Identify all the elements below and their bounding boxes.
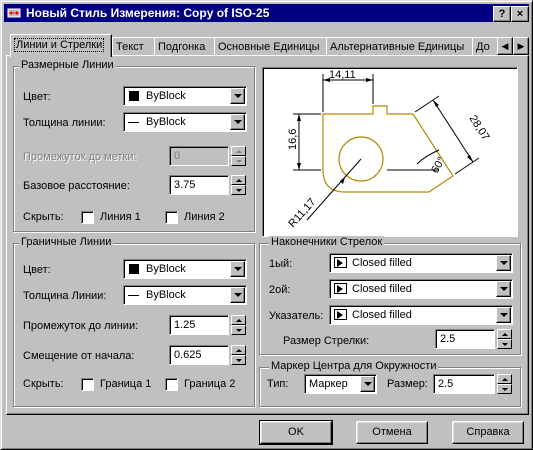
baseline-spinner[interactable] bbox=[231, 175, 246, 195]
center-type-select[interactable]: Маркер bbox=[304, 374, 377, 394]
dim-extend-input[interactable]: 0 bbox=[169, 146, 229, 166]
arrow-size-input[interactable]: 2.5 bbox=[435, 329, 495, 349]
line-weight-icon bbox=[128, 122, 139, 123]
ext-weight-value: ByBlock bbox=[146, 289, 186, 301]
ext-color-label: Цвет: bbox=[23, 264, 51, 276]
radius-leader bbox=[306, 158, 362, 221]
title-bar: Новый Стиль Измерения: Copy of ISO-25 ? … bbox=[4, 4, 529, 22]
chevron-down-icon[interactable] bbox=[360, 376, 375, 392]
dim-color-value: ByBlock bbox=[146, 90, 186, 102]
center-type-label: Тип: bbox=[267, 378, 289, 390]
second-arrow-value: Closed filled bbox=[352, 283, 412, 295]
tab-label: Линии и Стрелки bbox=[14, 38, 105, 52]
leader-arrow-label: Указатель: bbox=[269, 310, 324, 322]
chevron-down-icon[interactable] bbox=[230, 88, 245, 104]
baseline-label: Базовое расстояние: bbox=[23, 180, 130, 192]
tab-tolerances[interactable]: До bbox=[472, 37, 500, 56]
ext-color-value: ByBlock bbox=[146, 263, 186, 275]
first-arrow-select[interactable]: Closed filled bbox=[329, 253, 513, 273]
dim-angle-text: 60° bbox=[429, 155, 448, 175]
dim-left-text: 16,6 bbox=[287, 129, 299, 150]
close-icon[interactable]: × bbox=[511, 6, 529, 22]
chevron-down-icon[interactable] bbox=[230, 114, 245, 130]
dim-color-select[interactable]: ByBlock bbox=[123, 86, 247, 106]
center-size-input[interactable]: 2.5 bbox=[433, 374, 495, 394]
suppress-dim-line2-checkbox[interactable] bbox=[165, 211, 178, 224]
dim-extend-spinner[interactable] bbox=[231, 146, 246, 166]
help-button[interactable]: Справка bbox=[452, 421, 524, 444]
line-weight-icon bbox=[128, 295, 139, 296]
chevron-down-icon[interactable] bbox=[496, 255, 511, 271]
ext-lines-title: Граничные Линии bbox=[19, 236, 114, 248]
dim-suppress-label: Скрыть: bbox=[23, 211, 64, 223]
ext-weight-label: Толщина Линии: bbox=[23, 290, 107, 302]
ext-extend-spinner[interactable] bbox=[231, 315, 246, 335]
suppress-ext2-checkbox[interactable] bbox=[165, 378, 178, 391]
dim-line-right bbox=[432, 99, 474, 163]
tab-scroll-right-icon[interactable]: ▶ bbox=[513, 37, 529, 55]
arrowheads-title: Наконечники Стрелок bbox=[269, 236, 385, 248]
color-swatch bbox=[129, 91, 139, 101]
dim-line2-label: Линия 2 bbox=[184, 211, 225, 223]
dim-line1-label: Линия 1 bbox=[100, 211, 141, 223]
dim-right-text: 28,07 bbox=[466, 113, 491, 143]
ext-extend-label: Промежуток до линии: bbox=[23, 320, 139, 332]
second-arrow-select[interactable]: Closed filled bbox=[329, 279, 513, 299]
ext-offset-input[interactable]: 0.625 bbox=[169, 345, 229, 365]
dim-top-text: 14,11 bbox=[329, 69, 356, 81]
dialog-window: Новый Стиль Измерения: Copy of ISO-25 ? … bbox=[0, 0, 533, 450]
ext-color-select[interactable]: ByBlock bbox=[123, 259, 247, 279]
dim-weight-select[interactable]: ByBlock bbox=[123, 112, 247, 132]
second-arrow-label: 2ой: bbox=[269, 284, 291, 296]
preview-pane: 14,11 16,6 28,07 60° R11,17 bbox=[262, 67, 518, 237]
ext-weight-select[interactable]: ByBlock bbox=[123, 285, 247, 305]
center-size-label: Размер: bbox=[387, 378, 428, 390]
baseline-input[interactable]: 3.75 bbox=[169, 175, 229, 195]
closed-filled-arrow-icon bbox=[334, 283, 347, 294]
cancel-button[interactable]: Отмена bbox=[356, 421, 428, 444]
dim-weight-value: ByBlock bbox=[146, 116, 186, 128]
ext-offset-spinner[interactable] bbox=[231, 345, 246, 365]
suppress-dim-line1-checkbox[interactable] bbox=[81, 211, 94, 224]
leader-arrow-value: Closed filled bbox=[352, 309, 412, 321]
leader-arrow-select[interactable]: Closed filled bbox=[329, 305, 513, 325]
arrow-size-label: Размер Стрелки: bbox=[283, 335, 370, 347]
dim-weight-label: Толщина линии: bbox=[23, 117, 106, 129]
closed-filled-arrow-icon bbox=[334, 257, 347, 268]
arrow-size-spinner[interactable] bbox=[497, 329, 512, 349]
center-size-spinner[interactable] bbox=[497, 374, 512, 394]
window-title: Новый Стиль Измерения: Copy of ISO-25 bbox=[26, 6, 270, 20]
dim-color-label: Цвет: bbox=[23, 91, 51, 103]
chevron-down-icon[interactable] bbox=[230, 261, 245, 277]
ext2-label: Граница 2 bbox=[184, 378, 236, 390]
tab-text[interactable]: Текст bbox=[112, 37, 156, 56]
center-type-value: Маркер bbox=[309, 378, 348, 390]
chevron-down-icon[interactable] bbox=[230, 287, 245, 303]
tab-scroll-left-icon[interactable]: ◀ bbox=[497, 37, 513, 55]
tab-fit[interactable]: Подгонка bbox=[154, 37, 218, 56]
ext1-label: Граница 1 bbox=[100, 378, 152, 390]
preview-drawing: 14,11 16,6 28,07 60° R11,17 bbox=[286, 69, 491, 230]
chevron-down-icon[interactable] bbox=[496, 281, 511, 297]
dim-extend-label: Промежуток до метки: bbox=[23, 151, 137, 163]
ext-suppress-label: Скрыть: bbox=[23, 378, 64, 390]
first-arrow-label: 1ый: bbox=[269, 258, 293, 270]
center-marks-title: Маркер Центра для Окружности bbox=[269, 360, 439, 372]
help-title-button[interactable]: ? bbox=[493, 6, 511, 22]
ok-button[interactable]: OK bbox=[259, 420, 333, 445]
tab-lines-arrows[interactable]: Линии и Стрелки bbox=[10, 34, 112, 57]
ext-extend-input[interactable]: 1.25 bbox=[169, 315, 229, 335]
suppress-ext1-checkbox[interactable] bbox=[81, 378, 94, 391]
dimension-style-icon bbox=[7, 8, 21, 18]
chevron-down-icon[interactable] bbox=[496, 307, 511, 323]
first-arrow-value: Closed filled bbox=[352, 257, 412, 269]
tab-primary-units[interactable]: Основные Единицы bbox=[214, 37, 329, 56]
color-swatch bbox=[129, 264, 139, 274]
tab-alternate-units[interactable]: Альтернативные Единицы bbox=[326, 37, 476, 56]
closed-filled-arrow-icon bbox=[334, 309, 347, 320]
dim-lines-title: Размерные Линии bbox=[19, 59, 116, 71]
ext-offset-label: Смещение от начала: bbox=[23, 350, 135, 362]
